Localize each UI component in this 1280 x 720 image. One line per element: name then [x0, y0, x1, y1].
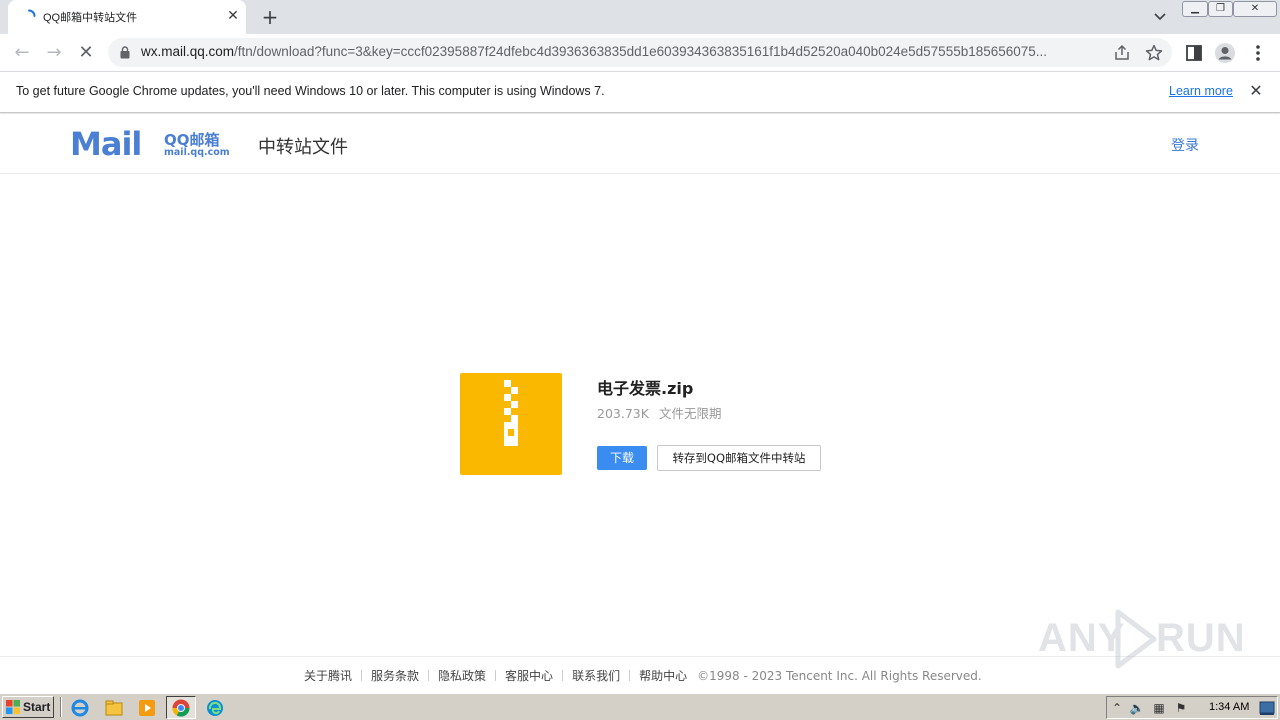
footer-link-terms[interactable]: 服务条款 [371, 669, 419, 683]
login-link[interactable]: 登录 [1171, 135, 1199, 155]
url-text[interactable]: wx.mail.qq.com/ftn/download?func=3&key=c… [141, 44, 1101, 59]
show-hidden-icons-icon[interactable]: ⌃ [1109, 700, 1125, 716]
window-restore-button[interactable]: ❐ [1208, 1, 1233, 17]
zipper-icon [504, 380, 518, 446]
windows-taskbar: Start ⌃ 🔈 ▦ ⚑ 1:34 AM [0, 693, 1280, 720]
play-logo-icon [1115, 609, 1157, 669]
forward-button[interactable]: → [42, 41, 66, 65]
taskbar-divider [60, 697, 62, 717]
footer-divider [495, 670, 497, 681]
page-header: Mail QQ邮箱 mail.qq.com 中转站文件 登录 [0, 114, 1280, 174]
zip-file-icon [460, 373, 562, 475]
footer-links: 关于腾讯 服务条款 隐私政策 客服中心 联系我们 帮助中心 ©1998 - 2023 Ten… [304, 667, 982, 684]
learn-more-link[interactable]: Learn more [1169, 84, 1233, 98]
edge-icon[interactable] [205, 698, 225, 718]
logo-mail-wordmark: Mail [70, 125, 142, 163]
file-explorer-icon[interactable] [104, 698, 124, 718]
window-close-button[interactable]: ✕ [1233, 1, 1277, 17]
network-icon[interactable]: ▦ [1151, 700, 1167, 716]
internet-explorer-icon[interactable] [70, 698, 90, 718]
browser-tab[interactable]: QQ邮箱中转站文件 ✕ [8, 0, 246, 34]
chrome-icon [172, 699, 190, 717]
footer-divider [629, 670, 631, 681]
file-name: 电子发票.zip [597, 379, 694, 398]
volume-icon[interactable]: 🔈 [1129, 700, 1145, 716]
footer-divider [562, 670, 564, 681]
window-minimize-button[interactable]: ▁ [1182, 1, 1208, 17]
infobar-close-icon[interactable]: ✕ [1248, 83, 1264, 99]
profile-avatar-icon[interactable] [1214, 42, 1236, 64]
side-panel-icon[interactable] [1183, 42, 1205, 64]
tab-close-icon[interactable]: ✕ [225, 8, 241, 24]
copyright-text: ©1998 - 2023 Tencent Inc. All Rights Res… [697, 669, 982, 683]
url-path: /ftn/download?func=3&key=cccf02395887f24… [234, 44, 1048, 59]
new-tab-button[interactable]: + [258, 6, 282, 28]
infobar-message: To get future Google Chrome updates, you… [16, 84, 605, 98]
page-title: 中转站文件 [258, 137, 348, 158]
address-bar[interactable]: wx.mail.qq.com/ftn/download?func=3&key=c… [108, 38, 1172, 67]
anyrun-watermark: ANY RUN [1038, 606, 1245, 672]
start-label: Start [23, 700, 51, 714]
tab-search-icon[interactable] [1150, 8, 1170, 26]
footer-link-help[interactable]: 帮助中心 [639, 669, 687, 683]
file-expiry: 文件无限期 [658, 406, 722, 421]
footer-link-contact[interactable]: 联系我们 [572, 669, 620, 683]
file-meta: 203.73K 文件无限期 [597, 403, 721, 422]
taskbar-clock[interactable]: 1:34 AM [1209, 701, 1249, 713]
start-button[interactable]: Start [2, 696, 54, 718]
tab-title: QQ邮箱中转站文件 [43, 12, 138, 24]
media-player-icon[interactable] [137, 698, 157, 718]
update-infobar: To get future Google Chrome updates, you… [0, 71, 1280, 113]
chrome-taskbar-button[interactable] [166, 696, 196, 719]
menu-kebab-icon[interactable] [1247, 42, 1269, 64]
footer-divider [428, 670, 430, 681]
file-size: 203.73K [597, 406, 649, 421]
footer-link-support[interactable]: 客服中心 [505, 669, 553, 683]
logo-domain-text: mail.qq.com [164, 147, 230, 158]
browser-toolbar: ← → ✕ wx.mail.qq.com/ftn/download?func=3… [0, 34, 1280, 71]
download-button[interactable]: 下载 [597, 446, 647, 470]
loading-spinner-icon [28, 9, 36, 17]
lock-icon[interactable] [120, 46, 130, 59]
share-icon[interactable] [1112, 43, 1132, 63]
windows-logo-icon [6, 700, 20, 714]
url-host: wx.mail.qq.com [141, 44, 235, 59]
watermark-text-right: RUN [1156, 616, 1246, 660]
footer-link-about[interactable]: 关于腾讯 [304, 669, 352, 683]
save-to-transfer-station-button[interactable]: 转存到QQ邮箱文件中转站 [657, 445, 821, 471]
back-button[interactable]: ← [10, 41, 34, 65]
action-center-flag-icon[interactable]: ⚑ [1173, 700, 1189, 716]
bookmark-star-icon[interactable] [1144, 43, 1164, 63]
stop-loading-button[interactable]: ✕ [74, 41, 98, 65]
footer-divider [361, 670, 363, 681]
qq-mail-logo[interactable]: Mail QQ邮箱 mail.qq.com [70, 126, 230, 162]
system-tray: ⌃ 🔈 ▦ ⚑ 1:34 AM [1106, 696, 1278, 719]
footer-link-privacy[interactable]: 隐私政策 [438, 669, 486, 683]
show-desktop-icon[interactable] [1259, 700, 1275, 716]
tab-strip: QQ邮箱中转站文件 ✕ + ▁ ❐ ✕ [0, 0, 1280, 34]
